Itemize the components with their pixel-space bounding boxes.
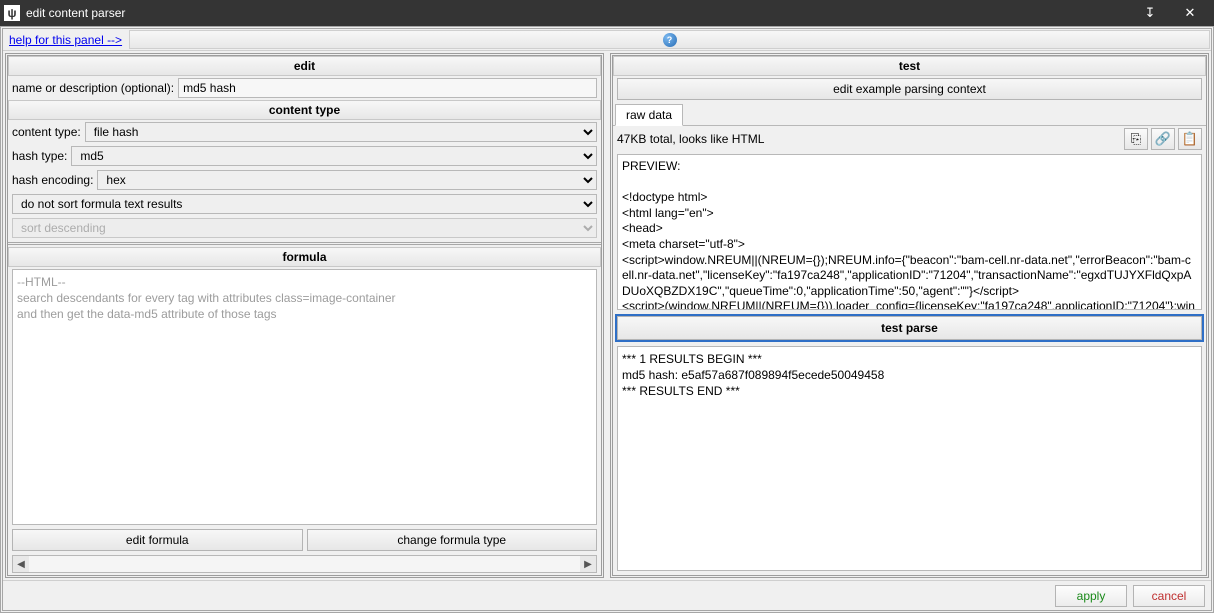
hash-type-row: hash type: md5 (8, 144, 601, 168)
link-button[interactable]: 🔗 (1151, 128, 1175, 150)
hash-type-label: hash type: (12, 149, 67, 163)
edit-example-context-button[interactable]: edit example parsing context (617, 78, 1202, 100)
edit-formula-button[interactable]: edit formula (12, 529, 303, 551)
apply-button[interactable]: apply (1055, 585, 1127, 607)
scroll-left-icon[interactable]: ◀ (13, 556, 29, 572)
scroll-right-icon[interactable]: ▶ (580, 556, 596, 572)
formula-display: --HTML-- search descendants for every ta… (12, 269, 597, 525)
formula-header: formula (8, 247, 601, 267)
horizontal-scrollbar[interactable]: ◀ ▶ (12, 555, 597, 573)
scroll-track[interactable] (29, 556, 580, 572)
content-type-label: content type: (12, 125, 81, 139)
link-icon: 🔗 (1155, 131, 1171, 147)
help-row: help for this panel --> ? (3, 29, 1211, 51)
hash-encoding-select[interactable]: hex (97, 170, 597, 190)
change-formula-type-button[interactable]: change formula type (307, 529, 598, 551)
name-label: name or description (optional): (12, 81, 174, 95)
formula-buttons: edit formula change formula type (8, 527, 601, 553)
help-bar: ? (129, 30, 1210, 49)
help-icon[interactable]: ? (663, 33, 677, 47)
cancel-button[interactable]: cancel (1133, 585, 1205, 607)
status-text: 47KB total, looks like HTML (617, 132, 1121, 146)
content-type-select[interactable]: file hash (85, 122, 597, 142)
sort-direction-select: sort descending (12, 218, 597, 238)
hash-encoding-label: hash encoding: (12, 173, 93, 187)
window-titlebar: ψ edit content parser ↧ ✕ (0, 0, 1214, 26)
example-context-row: edit example parsing context (613, 76, 1206, 102)
paste-icon: 📋 (1182, 131, 1198, 147)
minimize-button[interactable]: ↧ (1130, 0, 1170, 26)
results-box: *** 1 RESULTS BEGIN *** md5 hash: e5af57… (617, 346, 1202, 571)
hash-type-select[interactable]: md5 (71, 146, 597, 166)
footer: apply cancel (3, 580, 1211, 610)
test-panel: test edit example parsing context raw da… (610, 53, 1209, 578)
copy-button[interactable]: ⎘ (1124, 128, 1148, 150)
close-button[interactable]: ✕ (1170, 0, 1210, 26)
tab-raw-data[interactable]: raw data (615, 104, 683, 126)
tab-row: raw data (613, 102, 1206, 126)
status-row: 47KB total, looks like HTML ⎘ 🔗 📋 (613, 126, 1206, 152)
edit-panel: edit name or description (optional): con… (5, 53, 604, 578)
name-row: name or description (optional): (8, 76, 601, 100)
window-title: edit content parser (26, 6, 1130, 20)
paste-button[interactable]: 📋 (1178, 128, 1202, 150)
hash-encoding-row: hash encoding: hex (8, 168, 601, 192)
client-area: help for this panel --> ? edit name or d… (0, 26, 1214, 613)
app-icon: ψ (4, 5, 20, 21)
sort-option-select[interactable]: do not sort formula text results (12, 194, 597, 214)
test-header: test (613, 56, 1206, 76)
edit-header: edit (8, 56, 601, 76)
test-parse-button[interactable]: test parse (617, 316, 1202, 340)
name-input[interactable] (178, 78, 597, 98)
copy-icon: ⎘ (1131, 131, 1141, 147)
main-columns: edit name or description (optional): con… (3, 51, 1211, 580)
content-type-row: content type: file hash (8, 120, 601, 144)
preview-box[interactable]: PREVIEW: <!doctype html> <html lang="en"… (617, 154, 1202, 310)
help-link[interactable]: help for this panel --> (3, 29, 128, 50)
content-type-header: content type (8, 100, 601, 120)
divider (8, 242, 601, 245)
